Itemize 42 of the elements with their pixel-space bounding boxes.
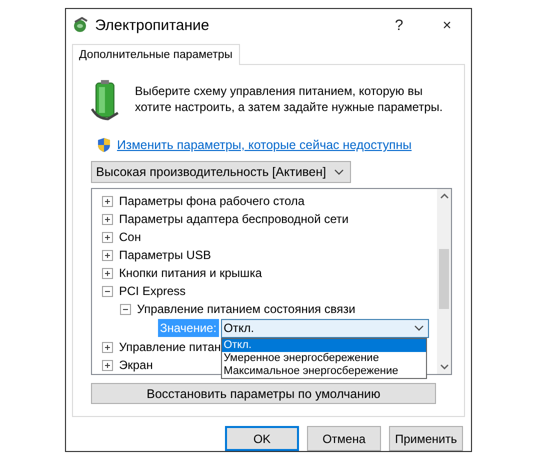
tree-item[interactable]: Экран (119, 358, 153, 372)
value-dropdown[interactable]: Откл. (220, 318, 429, 338)
tree-item[interactable]: Сон (119, 230, 141, 244)
window-title: Электропитание (95, 16, 210, 34)
dialog-button[interactable]: OK (225, 426, 299, 451)
tree-item[interactable]: Управление питанием состояния связи (137, 302, 356, 316)
expand-icon[interactable] (102, 360, 113, 370)
expand-icon[interactable] (102, 232, 113, 242)
tree-item[interactable]: Параметры фона рабочего стола (119, 194, 305, 208)
tree-item[interactable]: Кнопки питания и крышка (119, 266, 262, 280)
tree-item[interactable]: Параметры адаптера беспроводной сети (119, 212, 349, 226)
expand-icon[interactable] (102, 342, 113, 352)
scrollbar-thumb[interactable] (439, 249, 449, 309)
tree-item[interactable]: Параметры USB (119, 248, 211, 262)
dropdown-option[interactable]: Максимальное энергосбережение (222, 364, 426, 378)
tree-item[interactable]: PCI Express (119, 284, 186, 298)
expand-icon[interactable] (102, 214, 113, 224)
dropdown-option[interactable]: Умеренное энергосбережение (222, 352, 426, 364)
collapse-icon[interactable] (120, 304, 131, 314)
shield-icon (97, 137, 111, 153)
power-plan-dropdown[interactable]: Высокая производительность [Активен] (91, 161, 352, 183)
scroll-down-icon[interactable] (440, 364, 448, 370)
dropdown-option[interactable]: Откл. (222, 338, 426, 352)
collapse-icon[interactable] (102, 286, 113, 296)
battery-plug-icon (91, 79, 121, 123)
close-button[interactable]: × (423, 16, 471, 34)
expand-icon[interactable] (102, 196, 113, 206)
dialog-button[interactable]: Применить (389, 426, 463, 451)
instruction-text: Выберите схему управления питанием, которую вы хотите настроить, а затем задайте нужные параметры. (134, 83, 444, 115)
admin-settings-link[interactable]: Изменить параметры, которые сейчас недоступны (117, 138, 412, 152)
expand-icon[interactable] (102, 250, 113, 260)
scroll-up-icon[interactable] (440, 193, 448, 199)
dialog-button[interactable]: Отмена (307, 426, 381, 451)
setting-label: Значение: (158, 319, 219, 337)
power-plan-icon (72, 17, 89, 33)
chevron-down-icon (334, 169, 344, 175)
tab[interactable]: Дополнительные параметры (72, 44, 240, 65)
restore-defaults-button[interactable]: Восстановить параметры по умолчанию (91, 383, 436, 404)
chevron-down-icon (414, 325, 424, 331)
expand-icon[interactable] (102, 268, 113, 278)
help-button[interactable]: ? (375, 16, 423, 34)
tree-item[interactable]: Управление питан (119, 340, 221, 354)
